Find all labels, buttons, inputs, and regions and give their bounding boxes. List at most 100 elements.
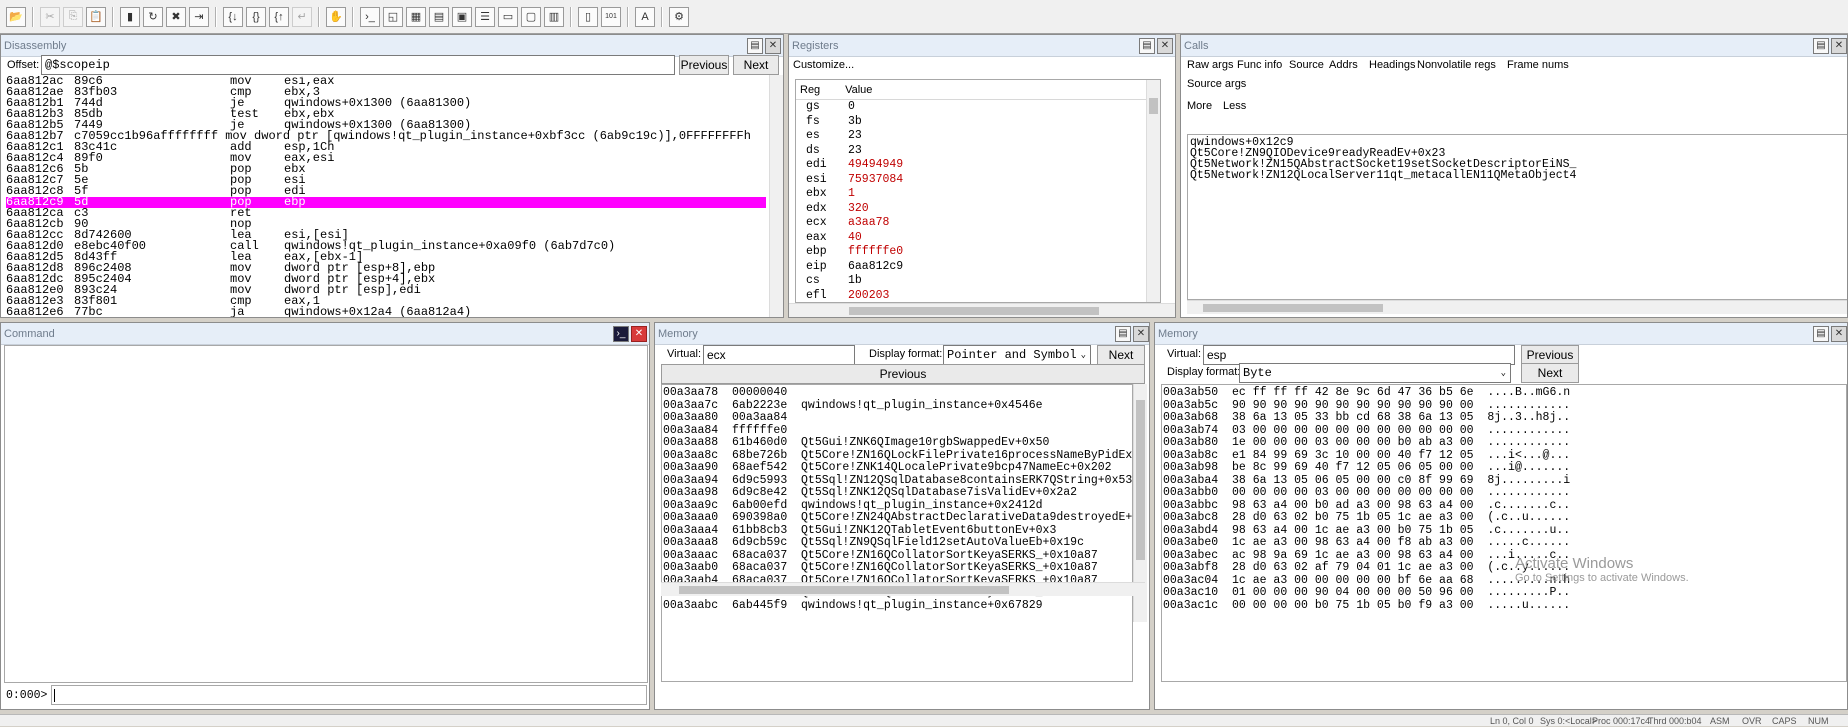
registers-icon[interactable]: ▤ (429, 6, 449, 27)
display-format-select[interactable]: Pointer and Symbol ⌄ (943, 345, 1091, 365)
disassembly-row[interactable]: 6aa812ac 89c6 mov esi,eax (6, 76, 766, 87)
register-value[interactable]: 40 (848, 231, 862, 244)
font-icon[interactable]: A (635, 6, 655, 27)
memory-row[interactable]: 00a3ab68 38 6a 13 05 33 bb cd 68 38 6a 1… (1163, 411, 1846, 425)
memory-row[interactable]: 00a3abc8 28 d0 63 02 b0 75 1b 05 1c ae a… (1163, 511, 1846, 525)
register-value[interactable]: 1 (848, 187, 855, 200)
pane-menu-icon[interactable]: ▤ (1813, 38, 1829, 54)
memory-row[interactable]: 00a3ab98 be 8c 99 69 40 f7 12 05 06 05 0… (1163, 461, 1846, 475)
register-value[interactable]: 6aa812c9 (848, 260, 903, 273)
register-row[interactable]: efl 200203 (796, 289, 1160, 303)
pane-menu-icon[interactable]: ▤ (1139, 38, 1155, 54)
register-row[interactable]: ebp ffffffe0 (796, 245, 1160, 260)
disassembly-row[interactable]: 6aa812e6 77bc ja qwindows+0x12a4 (6aa812a4) (6, 306, 766, 317)
memory-row[interactable]: 00a3ac1c 00 00 00 00 b0 75 1b 05 b0 f9 a… (1163, 599, 1846, 613)
source-mode-icon[interactable]: ▯ (578, 6, 598, 27)
register-row[interactable]: ds 23 (796, 144, 1160, 159)
disassembly-row[interactable]: 6aa812b1 744d je qwindows+0x1300 (6aa81300) (6, 97, 766, 109)
command-output[interactable] (4, 345, 648, 683)
cut-icon[interactable]: ✂ (40, 6, 60, 27)
previous-button[interactable]: Previous (661, 364, 1145, 384)
memory-row[interactable]: 00a3aa90 68aef542 Qt5Core!ZNK14QLocalePr… (663, 461, 1132, 475)
disassembly-row[interactable]: 6aa812c8 5f pop edi (6, 185, 766, 197)
register-row[interactable]: eip 6aa812c9 (796, 260, 1160, 275)
close-icon[interactable]: ✕ (1831, 38, 1847, 54)
close-icon[interactable]: ✕ (765, 38, 781, 54)
memory-listing[interactable]: 00a3ab50 ec ff ff ff 42 8e 9c 6d 47 36 b… (1161, 384, 1847, 682)
disassembly-row[interactable]: 6aa812ca c3 ret (6, 207, 766, 219)
memory-row[interactable]: 00a3ab80 1e 00 00 00 03 00 00 00 b0 ab a… (1163, 436, 1846, 450)
memory-row[interactable]: 00a3aaa0 690398a0 Qt5Core!ZN24QAbstractD… (663, 511, 1132, 525)
disassembly-listing[interactable]: 6aa812ac 89c6 mov esi,eax 6aa812ae 83fb03 cmp e… (6, 76, 766, 317)
detach-icon[interactable]: ⇥ (189, 6, 209, 27)
register-row[interactable]: eax 40 (796, 231, 1160, 246)
register-row[interactable]: ebx 1 (796, 187, 1160, 202)
memory-row[interactable]: 00a3aaa8 6d9cb59c Qt5Sql!ZN9QSqlField12s… (663, 536, 1132, 550)
hand-icon[interactable]: ✋ (326, 6, 346, 27)
register-row[interactable]: edi 49494949 (796, 158, 1160, 173)
register-row[interactable]: es 23 (796, 129, 1160, 144)
call-frame[interactable]: Qt5Network!ZN12QLocalServer11qt_metacall… (1190, 170, 1847, 182)
next-button[interactable]: Next (733, 55, 779, 75)
locals-icon[interactable]: ▦ (406, 6, 426, 27)
next-button[interactable]: Next (1521, 363, 1579, 383)
stop-icon[interactable]: ✖ (166, 6, 186, 27)
step-out-icon[interactable]: {↑ (269, 6, 289, 27)
pane-menu-icon[interactable]: ▤ (1115, 326, 1131, 342)
hex-mode-icon[interactable]: 101 (601, 6, 621, 27)
register-row[interactable]: fs 3b (796, 115, 1160, 130)
step-over-icon[interactable]: {} (246, 6, 266, 27)
register-value[interactable]: a3aa78 (848, 216, 889, 229)
calls-option-addrs[interactable]: Addrs (1329, 59, 1358, 71)
step-into-icon[interactable]: {↓ (223, 6, 243, 27)
calls-option-func-info[interactable]: Func info (1237, 59, 1282, 71)
register-row[interactable]: ecx a3aa78 (796, 216, 1160, 231)
close-icon[interactable]: ✕ (631, 326, 647, 342)
memory-listing[interactable]: 00a3aa78 00000040 00a3aa7c 6ab2223e qwind… (661, 384, 1133, 682)
memory-row[interactable]: 00a3aa88 61b460d0 Qt5Gui!ZNK6QImage10rgb… (663, 436, 1132, 450)
register-value[interactable]: 23 (848, 129, 862, 142)
register-value[interactable]: 320 (848, 202, 869, 215)
memory-row[interactable]: 00a3aab0 68aca037 Qt5Core!ZN16QCollatorS… (663, 561, 1132, 575)
pane-menu-icon[interactable]: ▤ (747, 38, 763, 54)
memory-row[interactable]: 00a3aabc 6ab445f9 qwindows!qt_plugin_ins… (663, 599, 1132, 613)
previous-button[interactable]: Previous (1521, 345, 1579, 365)
register-row[interactable]: edx 320 (796, 202, 1160, 217)
register-row[interactable]: gs 0 (796, 100, 1160, 115)
disassembly-row[interactable]: 6aa812e0 893c24 mov dword ptr [esp],edi (6, 284, 766, 296)
memory-icon[interactable]: ▣ (452, 6, 472, 27)
go-icon[interactable]: ▮ (120, 6, 140, 27)
register-value[interactable]: ffffffe0 (848, 245, 903, 258)
copy-icon[interactable]: ⎘ (63, 6, 83, 27)
memory-row[interactable]: 00a3abf8 28 d0 63 02 af 79 04 01 1c ae a… (1163, 561, 1846, 575)
registers-list[interactable]: gs 0 fs 3b es 23 ds 23 edi 49494949 esi 75937084 ebx… (796, 100, 1160, 303)
register-value[interactable]: 49494949 (848, 158, 903, 171)
close-icon[interactable]: ✕ (1133, 326, 1149, 342)
current-instruction-row[interactable]: 6aa812c9 5d pop ebp (6, 196, 766, 208)
register-value[interactable]: 0 (848, 100, 855, 113)
close-icon[interactable]: ✕ (1157, 38, 1173, 54)
memory-row[interactable]: 00a3aa80 00a3aa84 (663, 411, 1132, 425)
memory-row[interactable]: 00a3abe0 1c ae a3 00 98 63 a4 00 f8 ab a… (1163, 536, 1846, 550)
disassembly-row[interactable]: 6aa812c7 5e pop esi (6, 174, 766, 186)
disassembly-row[interactable]: 6aa812c1 83c41c add esp,1Ch (6, 141, 766, 153)
paste-icon[interactable]: 📋 (86, 6, 106, 27)
run-to-cursor-icon[interactable]: ↵ (292, 6, 312, 27)
calls-more-button[interactable]: More (1187, 100, 1212, 112)
register-value[interactable]: 200203 (848, 289, 889, 302)
calls-option-nonvolatile-regs[interactable]: Nonvolatile regs (1417, 59, 1496, 71)
calls-option-frame-nums[interactable]: Frame nums (1507, 59, 1569, 71)
pane-menu-icon[interactable]: ▤ (1813, 326, 1829, 342)
calls-hscrollbar[interactable] (1187, 300, 1847, 314)
register-value[interactable]: 1b (848, 274, 862, 287)
command-icon[interactable]: ›_ (613, 326, 629, 342)
registers-hscrollbar[interactable] (789, 303, 1175, 317)
memory-row[interactable]: 00a3ac10 01 00 00 00 90 04 00 00 00 50 9… (1163, 586, 1846, 600)
previous-button[interactable]: Previous (679, 55, 729, 75)
call-stack-icon[interactable]: ☰ (475, 6, 495, 27)
call-stack-list[interactable]: qwindows+0x12c9 Qt5Core!ZN9QIODevice9read… (1187, 134, 1847, 300)
disassembly-icon[interactable]: ▭ (498, 6, 518, 27)
command-icon[interactable]: ›_ (360, 6, 380, 27)
disassembly-row[interactable]: 6aa812c4 89f0 mov eax,esi (6, 152, 766, 164)
display-format-select[interactable]: Byte ⌄ (1239, 363, 1511, 383)
